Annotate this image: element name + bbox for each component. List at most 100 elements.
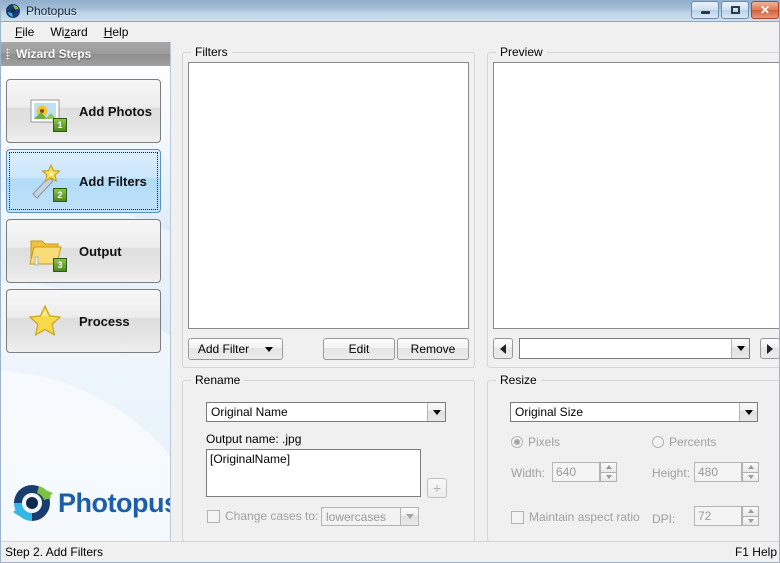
stepper-up[interactable] (600, 462, 617, 472)
arrow-down-icon (606, 475, 612, 479)
rename-mode-value: Original Name (207, 405, 427, 419)
case-mode-value: lowercases (322, 510, 400, 524)
height-stepper[interactable] (742, 462, 759, 482)
chevron-down-icon[interactable] (731, 339, 749, 358)
close-icon: ✕ (760, 4, 770, 16)
radio-dot (511, 436, 523, 448)
edit-filter-button[interactable]: Edit (323, 338, 395, 360)
dpi-label: DPI: (652, 512, 675, 526)
width-stepper[interactable] (600, 462, 617, 482)
magic-wand-icon: 2 (25, 161, 65, 201)
add-token-button[interactable]: + (427, 478, 447, 498)
rename-pattern-value: [OriginalName] (210, 452, 290, 466)
preview-file-combo[interactable] (519, 338, 750, 359)
add-filter-button[interactable]: Add Filter (188, 338, 283, 360)
change-case-checkbox[interactable]: Change cases to: (207, 509, 318, 523)
stepper-up[interactable] (742, 506, 759, 516)
chevron-down-icon (265, 347, 273, 352)
sidebar-item-add-filters[interactable]: 2 Add Filters (6, 149, 161, 213)
chevron-down-icon[interactable] (427, 403, 445, 421)
grip-icon (6, 48, 10, 60)
photopus-logo-icon (9, 480, 55, 526)
maximize-button[interactable] (721, 1, 749, 19)
previous-arrow-icon (500, 344, 506, 354)
output-name-label: Output name: .jpg (206, 432, 301, 446)
checkbox-box (207, 510, 220, 523)
menu-wizard[interactable]: Wizard (42, 23, 95, 41)
star-icon (25, 301, 65, 341)
sidebar-item-process[interactable]: Process (6, 289, 161, 353)
stepper-down[interactable] (742, 472, 759, 483)
filters-list[interactable] (188, 62, 469, 329)
sidebar-item-label: Add Filters (79, 174, 147, 189)
wizard-steps-title: Wizard Steps (16, 47, 91, 61)
chevron-down-icon[interactable] (400, 508, 418, 525)
pixels-radio[interactable]: Pixels (511, 435, 560, 449)
stepper-down[interactable] (600, 472, 617, 483)
maximize-icon (731, 6, 740, 14)
add-filter-label: Add Filter (198, 342, 249, 356)
status-text: Step 2. Add Filters (5, 545, 103, 559)
step-number-badge: 3 (53, 258, 67, 272)
sidebar-item-label: Add Photos (79, 104, 152, 119)
preview-canvas[interactable] (493, 62, 780, 329)
maintain-aspect-ratio-label: Maintain aspect ratio (529, 510, 640, 524)
step-number-badge: 2 (53, 188, 67, 202)
dpi-stepper[interactable] (742, 506, 759, 526)
dpi-value: 72 (698, 509, 711, 523)
preview-prev-button[interactable] (493, 338, 513, 359)
resize-mode-combo[interactable]: Original Size (510, 402, 758, 422)
status-help-hint: F1 Help (735, 545, 777, 559)
case-mode-combo[interactable]: lowercases (321, 507, 419, 526)
close-button[interactable]: ✕ (751, 1, 779, 19)
remove-label: Remove (411, 342, 456, 356)
menu-help[interactable]: Help (96, 23, 137, 41)
brand-name: Photopus (58, 488, 171, 519)
chevron-down-icon[interactable] (739, 403, 757, 421)
checkbox-box (511, 511, 524, 524)
preview-next-button[interactable] (760, 338, 780, 359)
filters-legend: Filters (191, 45, 232, 59)
width-input[interactable]: 640 (552, 462, 600, 482)
height-label: Height: (652, 466, 690, 480)
rename-mode-combo[interactable]: Original Name (206, 402, 446, 422)
rename-pattern-input[interactable]: [OriginalName] (206, 449, 421, 497)
height-input[interactable]: 480 (694, 462, 742, 482)
window-controls: ✕ (691, 1, 779, 19)
percents-radio[interactable]: Percents (652, 435, 716, 449)
dpi-input[interactable]: 72 (694, 506, 742, 526)
next-arrow-icon (767, 344, 773, 354)
maintain-aspect-ratio-checkbox[interactable]: Maintain aspect ratio (511, 510, 640, 524)
arrow-up-icon (748, 509, 754, 513)
radio-dot (652, 436, 664, 448)
percents-label: Percents (669, 435, 716, 449)
step-number-badge: 1 (53, 118, 67, 132)
title-bar: Photopus ✕ (1, 0, 780, 22)
brand-logo: Photopus (1, 475, 170, 531)
remove-filter-button[interactable]: Remove (397, 338, 469, 360)
menu-bar: File Wizard Help (1, 22, 780, 41)
width-value: 640 (556, 465, 576, 479)
stepper-up[interactable] (742, 462, 759, 472)
arrow-up-icon (606, 465, 612, 469)
minimize-icon (701, 11, 710, 14)
pixels-label: Pixels (528, 435, 560, 449)
status-bar: Step 2. Add Filters F1 Help (1, 541, 780, 562)
wizard-steps-header: Wizard Steps (1, 42, 170, 66)
change-case-label: Change cases to: (225, 509, 318, 523)
arrow-down-icon (748, 519, 754, 523)
edit-label: Edit (349, 342, 370, 356)
arrow-down-icon (748, 475, 754, 479)
wizard-sidebar: Wizard Steps 1 Add Photos (1, 42, 171, 541)
width-label: Width: (511, 466, 545, 480)
sidebar-item-label: Output (79, 244, 122, 259)
resize-legend: Resize (496, 373, 541, 387)
sidebar-item-add-photos[interactable]: 1 Add Photos (6, 79, 161, 143)
plus-icon: + (433, 481, 441, 495)
sidebar-item-output[interactable]: 3 Output (6, 219, 161, 283)
menu-file[interactable]: File (7, 23, 42, 41)
photo-icon: 1 (25, 91, 65, 131)
rename-legend: Rename (191, 373, 244, 387)
stepper-down[interactable] (742, 516, 759, 527)
minimize-button[interactable] (691, 1, 719, 19)
